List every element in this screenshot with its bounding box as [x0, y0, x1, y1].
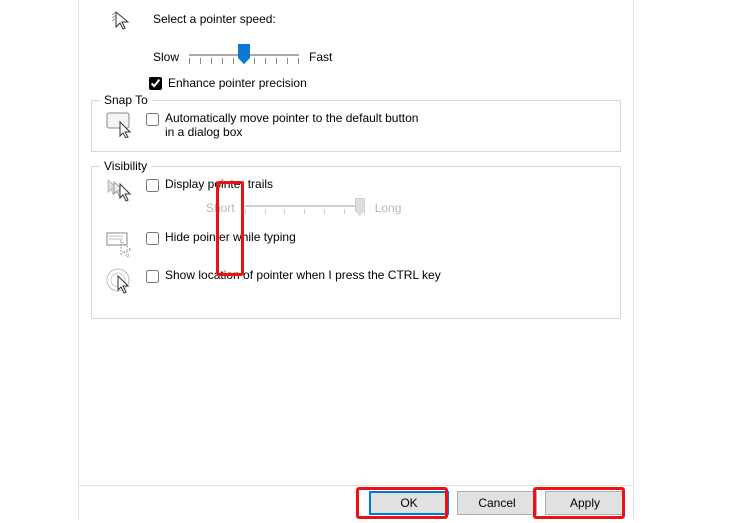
separator: [79, 485, 633, 486]
pointer-trails-slider: [245, 196, 365, 220]
pointer-trails-icon: [106, 177, 136, 205]
enhance-precision-label: Enhance pointer precision: [168, 76, 307, 90]
cancel-button[interactable]: Cancel: [457, 491, 537, 515]
snap-to-checkbox[interactable]: [146, 113, 159, 126]
hide-pointer-icon: [106, 230, 136, 258]
pointer-speed-label: Select a pointer speed:: [153, 12, 276, 26]
pointer-speed-slider[interactable]: [189, 44, 299, 70]
motion-section: Select a pointer speed: Slow Fast Enhanc…: [91, 8, 621, 90]
slow-label: Slow: [153, 50, 179, 64]
snap-to-icon: [106, 111, 136, 139]
mouse-properties-dialog: Select a pointer speed: Slow Fast Enhanc…: [78, 0, 634, 520]
show-location-checkbox[interactable]: [146, 270, 159, 283]
show-location-icon: [106, 268, 136, 296]
pointer-trails-checkbox[interactable]: [146, 179, 159, 192]
annotation-highlight-apply: [533, 487, 625, 519]
pointer-speed-icon: [111, 8, 139, 36]
pointer-speed-slider-row: Slow Fast: [153, 44, 621, 70]
snap-to-group: Snap To Automatically move pointer to th…: [91, 100, 621, 152]
hide-pointer-typing-checkbox[interactable]: [146, 232, 159, 245]
snap-to-label: Automatically move pointer to the defaul…: [165, 111, 425, 139]
show-location-label: Show location of pointer when I press th…: [165, 268, 441, 282]
annotation-highlight-ok: [356, 487, 448, 519]
visibility-legend: Visibility: [100, 159, 151, 173]
trails-long-label: Long: [375, 201, 402, 215]
snap-to-legend: Snap To: [100, 93, 152, 107]
enhance-precision-checkbox[interactable]: [149, 77, 162, 90]
fast-label: Fast: [309, 50, 332, 64]
annotation-highlight-checkboxes: [216, 181, 244, 276]
visibility-group: Visibility Display pointer trails: [91, 166, 621, 319]
